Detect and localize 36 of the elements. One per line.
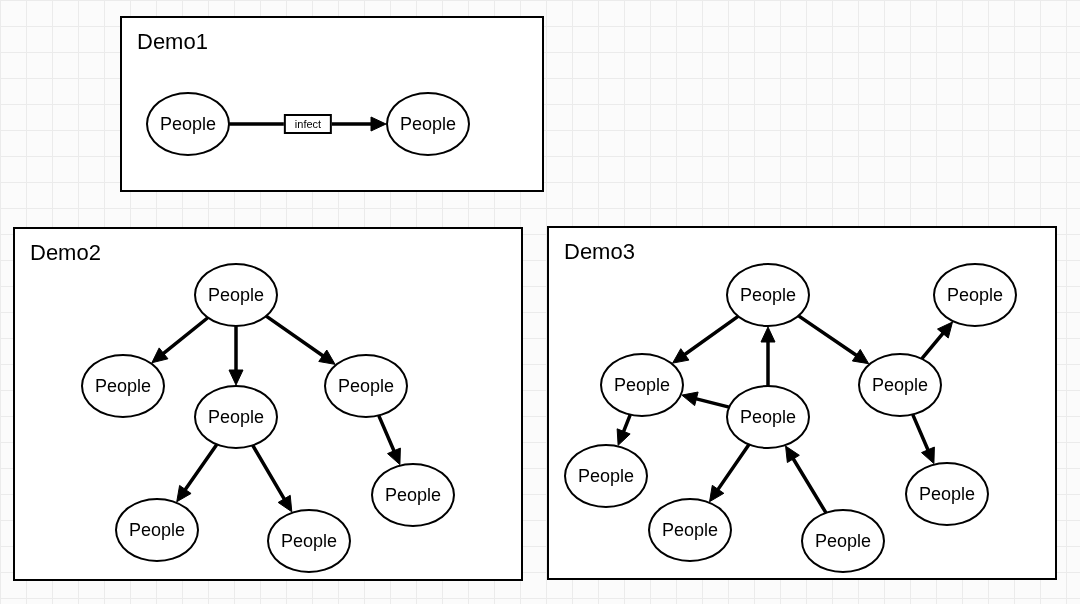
arrow xyxy=(616,413,632,446)
ellipse-node: People xyxy=(386,92,470,156)
ellipse-node: People xyxy=(933,263,1017,327)
ellipse-node: People xyxy=(267,509,351,573)
arrow xyxy=(251,444,293,513)
ellipse-node: People xyxy=(726,385,810,449)
ellipse-node: People xyxy=(371,463,455,527)
frame-title: Demo2 xyxy=(30,240,101,265)
arrow xyxy=(760,326,776,387)
ellipse-node: People xyxy=(324,354,408,418)
ellipse-node: People xyxy=(115,498,199,562)
ellipse-node: People xyxy=(146,92,230,156)
ellipse-node: People xyxy=(600,353,684,417)
arrow xyxy=(265,314,336,365)
frame-title: Demo3 xyxy=(564,239,635,264)
ellipse-node: People xyxy=(194,385,278,449)
ellipse-node: People xyxy=(564,444,648,508)
frame-title: Demo1 xyxy=(137,29,208,54)
ellipse-node: People xyxy=(858,353,942,417)
ellipse-node: People xyxy=(194,263,278,327)
ellipse-node: People xyxy=(801,509,885,573)
arrow xyxy=(709,443,751,503)
edge-label: infect xyxy=(283,114,333,134)
ellipse-node: People xyxy=(726,263,810,327)
arrow xyxy=(377,414,401,466)
arrow xyxy=(176,443,218,503)
arrow xyxy=(920,321,953,360)
arrow xyxy=(151,316,209,364)
arrow xyxy=(911,413,935,465)
ellipse-node: People xyxy=(905,462,989,526)
ellipse-node: People xyxy=(81,354,165,418)
ellipse-node: People xyxy=(648,498,732,562)
arrow xyxy=(672,315,740,364)
arrow xyxy=(681,391,730,409)
arrow xyxy=(228,325,244,386)
arrow xyxy=(785,445,828,514)
